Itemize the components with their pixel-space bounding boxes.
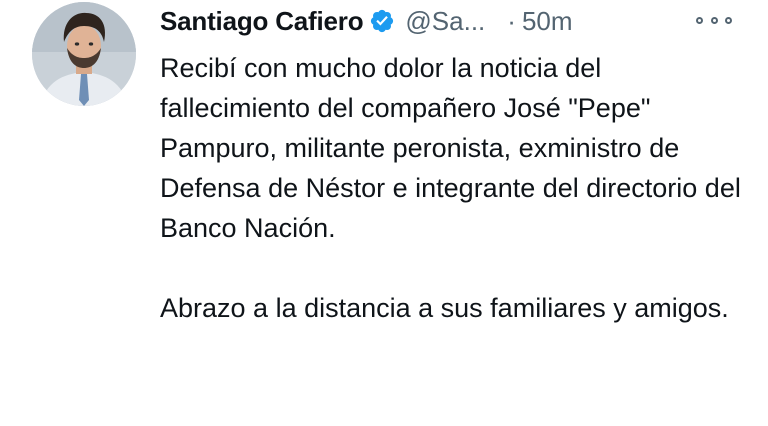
tweet-header: Santiago Cafiero @Sa... · 50m [160,4,573,38]
author-handle[interactable]: @Sa... [405,6,485,37]
more-dot [696,16,703,24]
separator-dot: · [507,5,516,36]
tweet-timestamp[interactable]: 50m [522,6,573,37]
more-dot [710,16,718,24]
avatar[interactable] [32,2,136,106]
tweet-paragraph: Recibí con mucho dolor la noticia del fa… [160,53,741,243]
verified-badge-icon [369,8,395,34]
tweet: Santiago Cafiero @Sa... · 50m Recibí con… [0,0,768,426]
tweet-text: Recibí con mucho dolor la noticia del fa… [160,48,750,328]
more-dot [725,16,732,24]
tweet-paragraph: Abrazo a la distancia a sus familiares y… [160,293,729,323]
avatar-image [32,2,136,106]
more-options-icon[interactable] [696,10,732,30]
author-name[interactable]: Santiago Cafiero [160,6,364,37]
